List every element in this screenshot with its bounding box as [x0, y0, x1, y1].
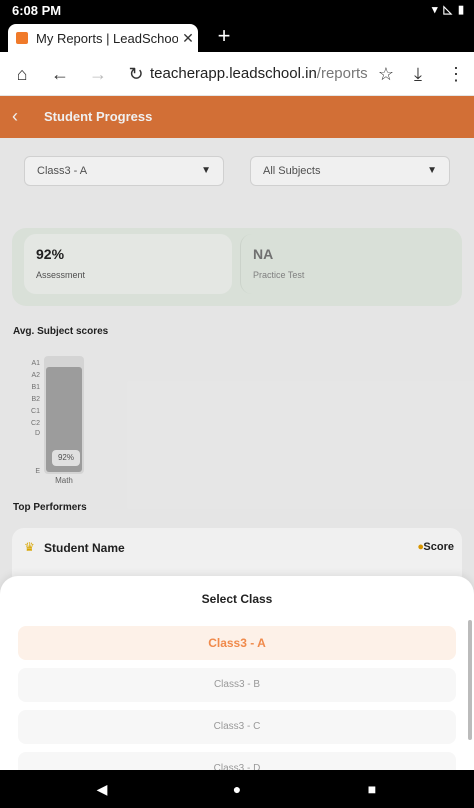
url-host: teacherapp.leadschool.in — [150, 65, 317, 82]
signal-off-icon: ◺ — [443, 4, 452, 16]
browser-tab[interactable]: My Reports | LeadSchool ✕ — [8, 24, 198, 52]
home-icon[interactable]: ⌂ — [10, 62, 34, 86]
nav-back-icon[interactable]: ◀ — [92, 779, 112, 799]
close-icon[interactable]: ✕ — [178, 30, 198, 47]
reload-icon[interactable]: ↻ — [124, 62, 148, 86]
star-icon[interactable]: ☆ — [374, 62, 398, 86]
nav-recents-icon[interactable]: ■ — [362, 779, 382, 799]
sheet-scrollbar[interactable] — [468, 620, 472, 740]
url-bar[interactable]: teacherapp.leadschool.in/reports — [150, 60, 370, 88]
class-option[interactable]: Class3 - D — [18, 752, 456, 770]
class-option[interactable]: Class3 - B — [18, 668, 456, 702]
select-class-sheet: Select Class Class3 - A Class3 - B Class… — [0, 576, 474, 770]
system-nav-bar: ◀ ● ■ — [0, 770, 474, 808]
favicon-icon — [16, 32, 28, 44]
status-time: 6:08 PM — [12, 3, 62, 18]
battery-icon: ▮ — [457, 4, 464, 16]
url-path: /reports — [316, 65, 368, 82]
tab-strip: My Reports | LeadSchool ✕ + — [0, 20, 474, 52]
tab-title: My Reports | LeadSchool — [36, 30, 178, 46]
browser-toolbar: ⌂ ← → ↻ teacherapp.leadschool.in/reports… — [0, 52, 474, 96]
sheet-title: Select Class — [201, 592, 273, 606]
new-tab-icon[interactable]: + — [212, 24, 236, 48]
status-bar: 6:08 PM ▾ ◺ ▮ — [0, 0, 474, 20]
class-option[interactable]: Class3 - A — [18, 626, 456, 660]
nav-home-icon[interactable]: ● — [227, 779, 247, 799]
class-option[interactable]: Class3 - C — [18, 710, 456, 744]
back-arrow-icon[interactable]: ← — [48, 62, 72, 86]
status-icons: ▾ ◺ ▮ — [432, 3, 464, 16]
menu-icon[interactable]: ⋮ — [444, 62, 468, 86]
wifi-icon: ▾ — [431, 4, 438, 16]
forward-arrow-icon[interactable]: → — [86, 62, 110, 86]
download-icon[interactable]: ⤓ — [406, 62, 430, 86]
